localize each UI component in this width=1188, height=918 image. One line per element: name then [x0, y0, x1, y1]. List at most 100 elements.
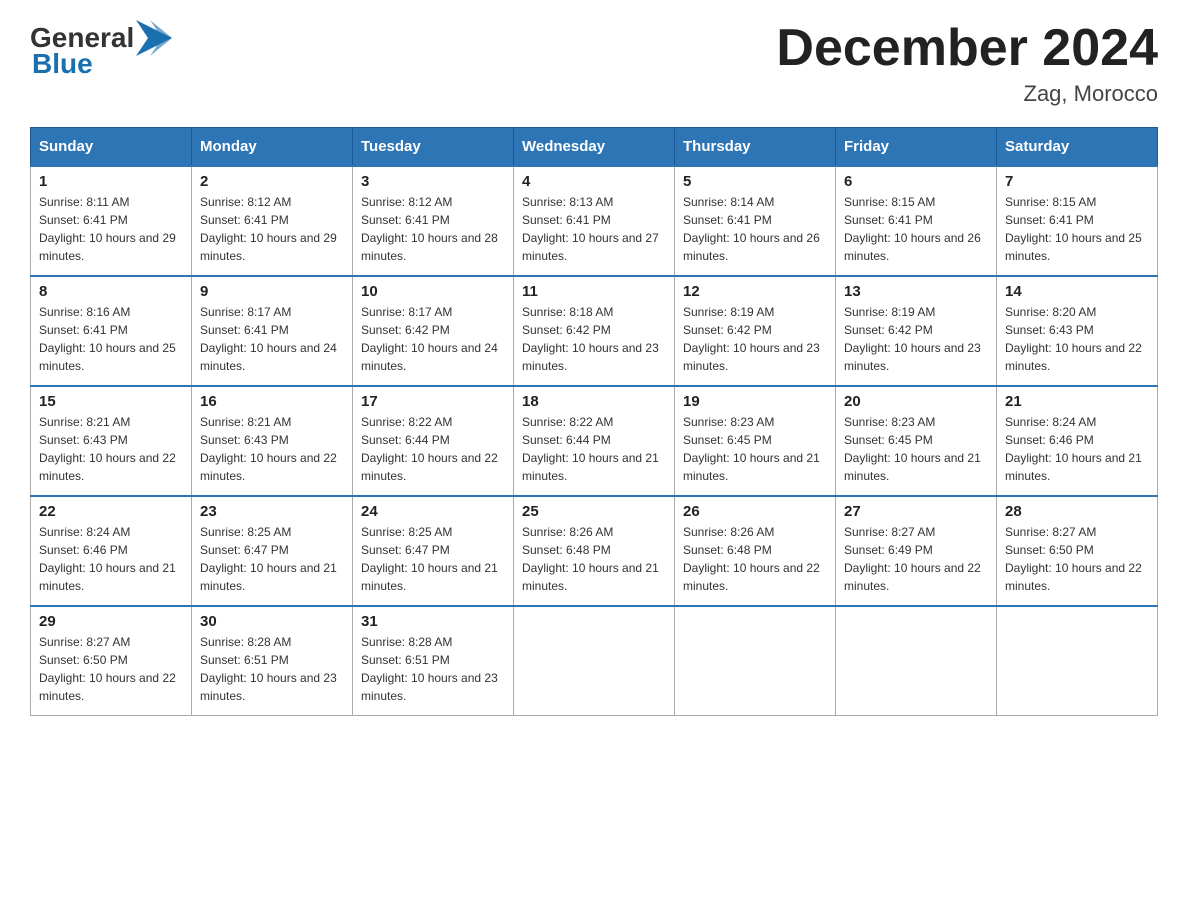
day-info: Sunrise: 8:12 AMSunset: 6:41 PMDaylight:…	[361, 193, 505, 265]
day-number: 13	[844, 283, 988, 300]
day-info: Sunrise: 8:27 AMSunset: 6:50 PMDaylight:…	[1005, 523, 1149, 595]
day-number: 27	[844, 503, 988, 520]
calendar-cell: 4Sunrise: 8:13 AMSunset: 6:41 PMDaylight…	[514, 166, 675, 276]
calendar-cell: 10Sunrise: 8:17 AMSunset: 6:42 PMDayligh…	[353, 276, 514, 386]
calendar-cell: 11 Sunrise: 8:18 AMSunset: 6:42 PMDayligh…	[514, 276, 675, 386]
title-block: December 2024 Zag, Morocco	[776, 20, 1158, 107]
day-number: 3	[361, 173, 505, 190]
day-info: Sunrise: 8:24 AMSunset: 6:46 PMDaylight:…	[39, 523, 183, 595]
calendar-cell: 18 Sunrise: 8:22 AMSunset: 6:44 PMDayligh…	[514, 386, 675, 496]
day-info: Sunrise: 8:21 AMSunset: 6:43 PMDaylight:…	[200, 413, 344, 485]
calendar-header-monday: Monday	[192, 128, 353, 167]
calendar-header-tuesday: Tuesday	[353, 128, 514, 167]
day-info: Sunrise: 8:17 AMSunset: 6:41 PMDaylight:…	[200, 303, 344, 375]
calendar-cell: 20 Sunrise: 8:23 AMSunset: 6:45 PMDayligh…	[836, 386, 997, 496]
day-info: Sunrise: 8:24 AMSunset: 6:46 PMDaylight:…	[1005, 413, 1149, 485]
calendar-cell	[514, 606, 675, 716]
day-info: Sunrise: 8:19 AMSunset: 6:42 PMDaylight:…	[844, 303, 988, 375]
calendar-header-friday: Friday	[836, 128, 997, 167]
day-info: Sunrise: 8:16 AMSunset: 6:41 PMDaylight:…	[39, 303, 183, 375]
day-info: Sunrise: 8:21 AMSunset: 6:43 PMDaylight:…	[39, 413, 183, 485]
day-info: Sunrise: 8:23 AMSunset: 6:45 PMDaylight:…	[844, 413, 988, 485]
calendar-cell: 5 Sunrise: 8:14 AMSunset: 6:41 PMDaylight…	[675, 166, 836, 276]
calendar-cell: 16 Sunrise: 8:21 AMSunset: 6:43 PMDayligh…	[192, 386, 353, 496]
calendar-cell: 23Sunrise: 8:25 AMSunset: 6:47 PMDayligh…	[192, 496, 353, 606]
calendar-table: SundayMondayTuesdayWednesdayThursdayFrid…	[30, 127, 1158, 716]
calendar-header-wednesday: Wednesday	[514, 128, 675, 167]
calendar-header-saturday: Saturday	[997, 128, 1158, 167]
calendar-cell: 6 Sunrise: 8:15 AMSunset: 6:41 PMDaylight…	[836, 166, 997, 276]
day-info: Sunrise: 8:14 AMSunset: 6:41 PMDaylight:…	[683, 193, 827, 265]
day-number: 28	[1005, 503, 1149, 520]
day-number: 9	[200, 283, 344, 300]
calendar-header-sunday: Sunday	[31, 128, 192, 167]
day-number: 16	[200, 393, 344, 410]
calendar-cell: 7 Sunrise: 8:15 AMSunset: 6:41 PMDaylight…	[997, 166, 1158, 276]
day-number: 20	[844, 393, 988, 410]
day-number: 26	[683, 503, 827, 520]
day-number: 2	[200, 173, 344, 190]
calendar-week-row: 8Sunrise: 8:16 AMSunset: 6:41 PMDaylight…	[31, 276, 1158, 386]
calendar-cell: 17Sunrise: 8:22 AMSunset: 6:44 PMDayligh…	[353, 386, 514, 496]
day-info: Sunrise: 8:22 AMSunset: 6:44 PMDaylight:…	[361, 413, 505, 485]
calendar-week-row: 15 Sunrise: 8:21 AMSunset: 6:43 PMDayligh…	[31, 386, 1158, 496]
day-number: 6	[844, 173, 988, 190]
day-number: 14	[1005, 283, 1149, 300]
day-info: Sunrise: 8:11 AMSunset: 6:41 PMDaylight:…	[39, 193, 183, 265]
calendar-cell: 12Sunrise: 8:19 AMSunset: 6:42 PMDayligh…	[675, 276, 836, 386]
day-number: 24	[361, 503, 505, 520]
day-number: 1	[39, 173, 183, 190]
day-number: 12	[683, 283, 827, 300]
day-info: Sunrise: 8:18 AMSunset: 6:42 PMDaylight:…	[522, 303, 666, 375]
calendar-cell: 29 Sunrise: 8:27 AMSunset: 6:50 PMDayligh…	[31, 606, 192, 716]
calendar-cell: 31Sunrise: 8:28 AMSunset: 6:51 PMDayligh…	[353, 606, 514, 716]
day-info: Sunrise: 8:26 AMSunset: 6:48 PMDaylight:…	[683, 523, 827, 595]
calendar-cell: 2 Sunrise: 8:12 AMSunset: 6:41 PMDaylight…	[192, 166, 353, 276]
day-info: Sunrise: 8:20 AMSunset: 6:43 PMDaylight:…	[1005, 303, 1149, 375]
day-info: Sunrise: 8:23 AMSunset: 6:45 PMDaylight:…	[683, 413, 827, 485]
calendar-cell: 21 Sunrise: 8:24 AMSunset: 6:46 PMDayligh…	[997, 386, 1158, 496]
calendar-body: 1 Sunrise: 8:11 AMSunset: 6:41 PMDaylight…	[31, 166, 1158, 716]
calendar-week-row: 29 Sunrise: 8:27 AMSunset: 6:50 PMDayligh…	[31, 606, 1158, 716]
calendar-cell: 26 Sunrise: 8:26 AMSunset: 6:48 PMDayligh…	[675, 496, 836, 606]
calendar-week-row: 22Sunrise: 8:24 AMSunset: 6:46 PMDayligh…	[31, 496, 1158, 606]
day-info: Sunrise: 8:13 AMSunset: 6:41 PMDaylight:…	[522, 193, 666, 265]
day-number: 11	[522, 283, 666, 300]
day-info: Sunrise: 8:12 AMSunset: 6:41 PMDaylight:…	[200, 193, 344, 265]
calendar-cell: 8Sunrise: 8:16 AMSunset: 6:41 PMDaylight…	[31, 276, 192, 386]
day-number: 5	[683, 173, 827, 190]
logo: General Blue	[30, 20, 172, 80]
day-number: 7	[1005, 173, 1149, 190]
day-info: Sunrise: 8:27 AMSunset: 6:50 PMDaylight:…	[39, 633, 183, 705]
page-header: General Blue December 2024 Zag, Morocco	[30, 20, 1158, 107]
day-number: 15	[39, 393, 183, 410]
calendar-cell	[997, 606, 1158, 716]
calendar-cell: 24 Sunrise: 8:25 AMSunset: 6:47 PMDayligh…	[353, 496, 514, 606]
calendar-cell: 25Sunrise: 8:26 AMSunset: 6:48 PMDayligh…	[514, 496, 675, 606]
day-info: Sunrise: 8:15 AMSunset: 6:41 PMDaylight:…	[844, 193, 988, 265]
day-number: 23	[200, 503, 344, 520]
calendar-cell: 30Sunrise: 8:28 AMSunset: 6:51 PMDayligh…	[192, 606, 353, 716]
day-info: Sunrise: 8:28 AMSunset: 6:51 PMDaylight:…	[361, 633, 505, 705]
calendar-cell: 3 Sunrise: 8:12 AMSunset: 6:41 PMDaylight…	[353, 166, 514, 276]
day-info: Sunrise: 8:17 AMSunset: 6:42 PMDaylight:…	[361, 303, 505, 375]
logo-arrow-icon	[136, 20, 172, 56]
day-number: 19	[683, 393, 827, 410]
day-info: Sunrise: 8:15 AMSunset: 6:41 PMDaylight:…	[1005, 193, 1149, 265]
month-title: December 2024	[776, 20, 1158, 77]
calendar-cell: 15 Sunrise: 8:21 AMSunset: 6:43 PMDayligh…	[31, 386, 192, 496]
day-info: Sunrise: 8:27 AMSunset: 6:49 PMDaylight:…	[844, 523, 988, 595]
calendar-cell: 14 Sunrise: 8:20 AMSunset: 6:43 PMDayligh…	[997, 276, 1158, 386]
calendar-cell	[836, 606, 997, 716]
calendar-cell: 13 Sunrise: 8:19 AMSunset: 6:42 PMDayligh…	[836, 276, 997, 386]
day-info: Sunrise: 8:22 AMSunset: 6:44 PMDaylight:…	[522, 413, 666, 485]
calendar-week-row: 1 Sunrise: 8:11 AMSunset: 6:41 PMDaylight…	[31, 166, 1158, 276]
day-number: 18	[522, 393, 666, 410]
calendar-cell: 22Sunrise: 8:24 AMSunset: 6:46 PMDayligh…	[31, 496, 192, 606]
day-info: Sunrise: 8:25 AMSunset: 6:47 PMDaylight:…	[361, 523, 505, 595]
calendar-cell: 9 Sunrise: 8:17 AMSunset: 6:41 PMDaylight…	[192, 276, 353, 386]
location-label: Zag, Morocco	[776, 81, 1158, 107]
day-number: 30	[200, 613, 344, 630]
day-number: 21	[1005, 393, 1149, 410]
day-number: 29	[39, 613, 183, 630]
